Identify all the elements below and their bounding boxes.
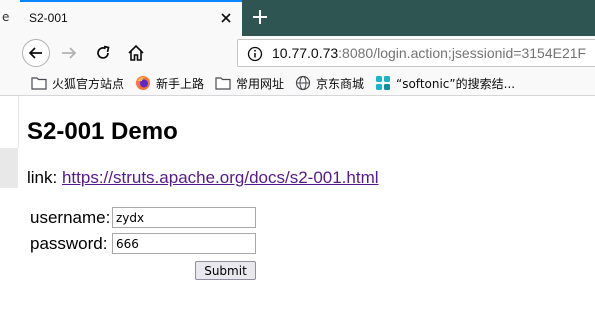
bookmark-item[interactable]: 京东商城 <box>295 74 364 92</box>
bookmark-label: 新手上路 <box>156 76 205 91</box>
page-left-gutter-shade <box>0 148 18 188</box>
back-arrow-icon <box>28 47 42 59</box>
site-info-icon[interactable] <box>247 46 263 62</box>
link-line: link: https://struts.apache.org/docs/s2-… <box>27 168 379 188</box>
previous-tab-label: e <box>2 10 10 24</box>
home-icon[interactable] <box>126 43 146 63</box>
bookmark-item[interactable]: 新手上路 <box>135 74 204 92</box>
close-icon[interactable] <box>218 10 234 26</box>
username-label: username: <box>30 208 111 227</box>
folder-icon <box>31 77 47 90</box>
new-tab-plus-icon[interactable] <box>249 6 271 28</box>
tab-title: S2-001 <box>29 11 68 25</box>
link-prefix: link: <box>27 168 62 187</box>
bookmark-item[interactable]: 常用网址 <box>215 74 284 92</box>
submit-button[interactable]: Submit <box>195 261 256 280</box>
password-field[interactable] <box>112 233 256 254</box>
bookmark-label: “softonic”的搜索结... <box>396 76 516 91</box>
password-label: password: <box>30 234 108 253</box>
page-title: S2-001 Demo <box>27 118 178 145</box>
bookmark-item[interactable]: “softonic”的搜索结... <box>375 74 515 92</box>
back-button[interactable] <box>22 39 50 67</box>
folder-icon <box>215 77 231 90</box>
url-text: 10.77.0.73:8080/login.action;jsessionid=… <box>272 45 586 61</box>
navigation-bar: 10.77.0.73:8080/login.action;jsessionid=… <box>0 36 595 70</box>
softonic-icon <box>376 76 390 90</box>
firefox-icon <box>136 76 150 90</box>
forward-arrow-icon[interactable] <box>60 44 78 62</box>
bookmarks-toolbar: 火狐官方站点 新手上路 常用网址 京东商城 “softonic”的搜索结... <box>0 70 595 96</box>
previous-tab-sliver[interactable]: e <box>0 0 20 36</box>
tab-strip: e S2-001 <box>0 0 595 36</box>
page-left-gutter <box>0 96 19 148</box>
tab-active[interactable]: S2-001 <box>20 0 242 36</box>
url-path: :8080/login.action;jsessionid=3154E21F <box>338 45 587 61</box>
bookmark-item[interactable]: 火狐官方站点 <box>31 74 124 92</box>
bookmark-label: 常用网址 <box>236 76 285 91</box>
bookmark-label: 京东商城 <box>316 76 365 91</box>
globe-icon <box>295 75 311 91</box>
docs-link[interactable]: https://struts.apache.org/docs/s2-001.ht… <box>62 168 379 187</box>
reload-icon[interactable] <box>94 44 112 62</box>
url-bar[interactable]: 10.77.0.73:8080/login.action;jsessionid=… <box>237 39 595 67</box>
username-field[interactable] <box>112 207 256 228</box>
url-host: 10.77.0.73 <box>272 45 339 61</box>
bookmark-label: 火狐官方站点 <box>52 76 125 91</box>
